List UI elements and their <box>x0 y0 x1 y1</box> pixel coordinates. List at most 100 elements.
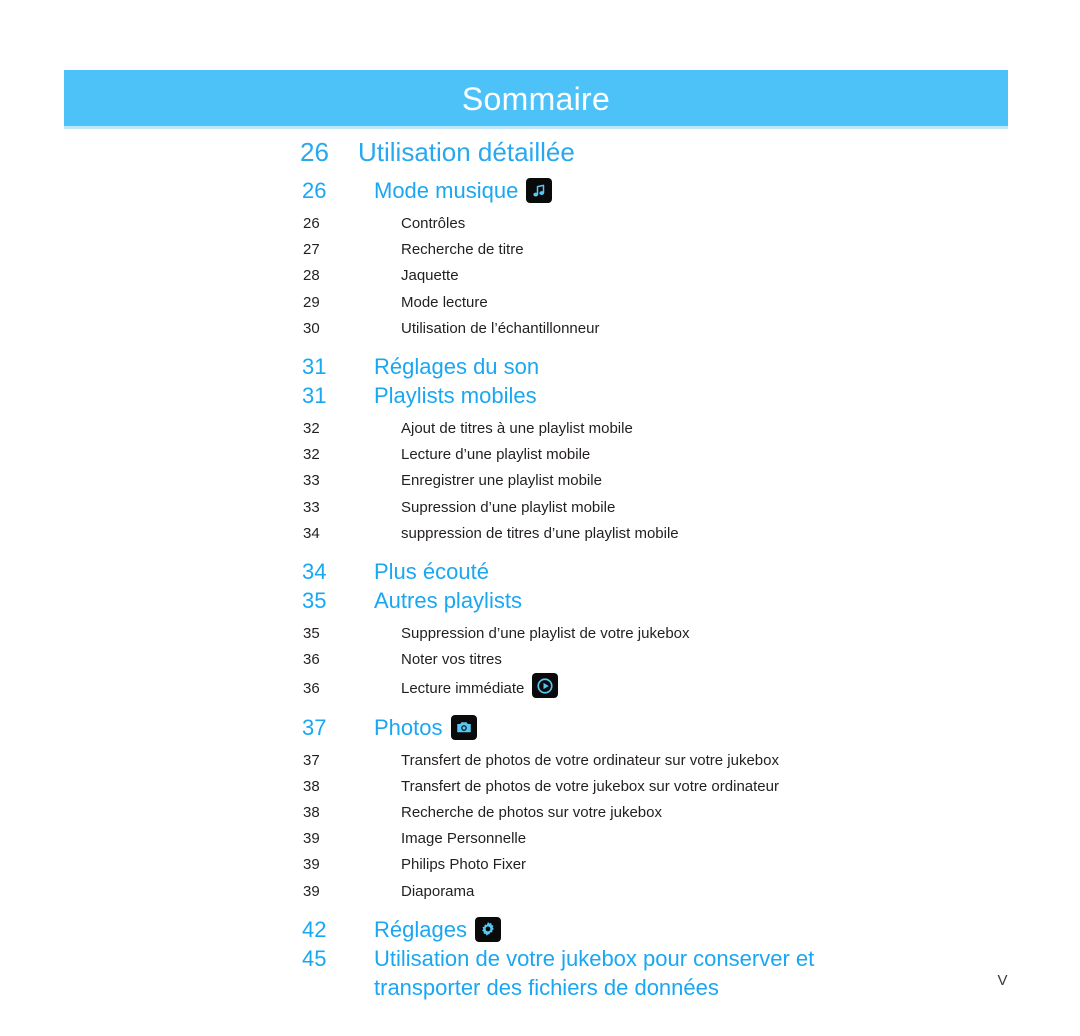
toc-entry-page-number: 33 <box>303 472 320 490</box>
toc-entry-row[interactable]: 27 Recherche de titre <box>0 237 1080 263</box>
toc-entry-row[interactable]: 39 Philips Photo Fixer <box>0 852 1080 878</box>
toc-entry-page-number: 35 <box>303 625 320 643</box>
toc-entry-row[interactable]: 35 Suppression d’une playlist de votre ju… <box>0 621 1080 647</box>
toc-entry-label-text: Réglages <box>374 916 467 942</box>
toc-entry-page-number: 38 <box>303 777 320 795</box>
toc-entry-row[interactable]: 34 suppression de titres d’une playlist m… <box>0 521 1080 547</box>
toc-entry-label: Photos <box>374 713 1080 742</box>
music-note-icon <box>526 178 553 203</box>
table-of-contents: 26 Utilisation détaillée 26 Mode musique 2… <box>0 136 1080 1002</box>
toc-entry-label: Transfert de photos de votre jukebox sur… <box>401 774 1080 800</box>
toc-entry-label: Réglages du son <box>374 352 1080 381</box>
toc-entry-page-number: 37 <box>303 751 320 769</box>
toc-entry-label-text: Transfert de photos de votre ordinateur … <box>401 751 779 769</box>
toc-entry-page-number: 30 <box>303 319 320 337</box>
toc-entry-label: Noter vos titres <box>401 647 1080 673</box>
toc-subsection-row[interactable]: 42 Réglages <box>0 915 1080 944</box>
toc-entry-label-text: Utilisation de votre jukebox pour conser… <box>374 945 815 971</box>
toc-entry-row[interactable]: 30 Utilisation de l’échantillonneur <box>0 316 1080 342</box>
toc-entry-label-text: Photos <box>374 714 443 740</box>
toc-entry-page-number: 31 <box>302 354 327 380</box>
toc-subsection-row[interactable]: 34 Plus écouté <box>0 557 1080 586</box>
toc-entry-page-number: 26 <box>302 178 327 203</box>
toc-entry-row[interactable]: 29 Mode lecture <box>0 290 1080 316</box>
toc-entry-page-number: 29 <box>303 293 320 311</box>
toc-entry-label-text: Noter vos titres <box>401 651 502 669</box>
play-circle-icon <box>532 673 559 699</box>
toc-subsection-row[interactable]: 37 Photos <box>0 713 1080 742</box>
toc-subsection-row[interactable]: 31 Réglages du son <box>0 352 1080 381</box>
toc-entry-label: Recherche de titre <box>401 237 1080 263</box>
toc-entry-label: Jaquette <box>401 263 1080 289</box>
toc-section-page-number: 26 <box>300 137 329 167</box>
toc-subsection-row[interactable]: 26 Mode musique <box>0 176 1080 205</box>
toc-entry-page-number: 31 <box>302 383 327 409</box>
toc-entry-row[interactable]: 36 Noter vos titres <box>0 647 1080 673</box>
toc-subsection-row[interactable]: 45 Utilisation de votre jukebox pour cons… <box>0 944 1080 1002</box>
toc-section-title: Utilisation détaillée <box>358 137 575 167</box>
toc-entry-page-number: 28 <box>303 267 320 285</box>
toc-entry-page-number: 39 <box>303 830 320 848</box>
toc-entry-label-text: Enregistrer une playlist mobile <box>401 472 602 490</box>
toc-entry-label: Mode musique <box>374 176 1080 205</box>
toc-entry-row[interactable]: 38 Transfert de photos de votre jukebox s… <box>0 774 1080 800</box>
toc-entry-label: Philips Photo Fixer <box>401 852 1080 878</box>
toc-entry-label-text: Lecture immédiate <box>401 680 525 698</box>
toc-entry-label-text: Transfert de photos de votre jukebox sur… <box>401 777 779 795</box>
toc-entry-label: Plus écouté <box>374 557 1080 586</box>
toc-entry-label-text: Utilisation de l’échantillonneur <box>401 319 600 337</box>
toc-entry-label: suppression de titres d’une playlist mob… <box>401 521 1080 547</box>
toc-section-heading[interactable]: 26 Utilisation détaillée <box>0 136 1080 168</box>
folio-page-number: V <box>997 972 1008 989</box>
toc-entry-label-text: Mode musique <box>374 178 519 203</box>
toc-entry-label-text: Mode lecture <box>401 293 488 311</box>
toc-entry-row[interactable]: 33 Supression d’une playlist mobile <box>0 495 1080 521</box>
toc-entry-label: Utilisation de l’échantillonneur <box>401 316 1080 342</box>
toc-entry-row[interactable]: 39 Image Personnelle <box>0 826 1080 852</box>
toc-entry-label-text: Supression d’une playlist mobile <box>401 498 616 516</box>
toc-entry-label-text: Image Personnelle <box>401 830 527 848</box>
toc-entry-label-text: Réglages du son <box>374 354 540 380</box>
toc-entry-label-text: Philips Photo Fixer <box>401 856 527 874</box>
toc-entry-label: Playlists mobiles <box>374 381 1080 410</box>
toc-entry-row[interactable]: 37 Transfert de photos de votre ordinateu… <box>0 748 1080 774</box>
toc-entry-row[interactable]: 32 Ajout de titres à une playlist mobile <box>0 416 1080 442</box>
toc-entry-label: Réglages <box>374 915 1080 944</box>
toc-entry-row[interactable]: 32 Lecture d’une playlist mobile <box>0 442 1080 468</box>
toc-entry-row[interactable]: 36 Lecture immédiate <box>0 673 1080 702</box>
toc-entry-label: Suppression d’une playlist de votre juke… <box>401 621 1080 647</box>
toc-entry-row[interactable]: 28 Jaquette <box>0 263 1080 289</box>
toc-entry-row[interactable]: 26 Contrôles <box>0 211 1080 237</box>
toc-entry-list: 26 Mode musique 26 Contrôles 27 Recherche de … <box>0 176 1080 1002</box>
toc-entry-label: Autres playlists <box>374 586 1080 615</box>
toc-entry-row[interactable]: 39 Diaporama <box>0 879 1080 905</box>
toc-subsection-row[interactable]: 31 Playlists mobiles <box>0 381 1080 410</box>
header-underline-rule <box>64 126 1008 129</box>
toc-entry-label: Lecture d’une playlist mobile <box>401 442 1080 468</box>
toc-entry-label: Ajout de titres à une playlist mobile <box>401 416 1080 442</box>
toc-entry-page-number: 45 <box>302 945 327 971</box>
toc-entry-label-text: Jaquette <box>401 267 459 285</box>
toc-subsection-row[interactable]: 35 Autres playlists <box>0 586 1080 615</box>
toc-entry-page-number: 34 <box>302 559 327 585</box>
toc-entry-page-number: 37 <box>302 714 327 740</box>
toc-entry-label: Diaporama <box>401 879 1080 905</box>
toc-entry-page-number: 34 <box>303 524 320 542</box>
toc-entry-page-number: 39 <box>303 882 320 900</box>
toc-entry-row[interactable]: 38 Recherche de photos sur votre jukebox <box>0 800 1080 826</box>
toc-entry-label: Contrôles <box>401 211 1080 237</box>
toc-entry-label: Lecture immédiate <box>401 673 1080 702</box>
toc-entry-label-text: Plus écouté <box>374 559 489 585</box>
toc-entry-label: Image Personnelle <box>401 826 1080 852</box>
gear-icon <box>474 916 501 942</box>
toc-entry-page-number: 36 <box>303 680 320 698</box>
toc-entry-label-text: Playlists mobiles <box>374 383 537 409</box>
toc-entry-label-text: Contrôles <box>401 215 466 232</box>
toc-entry-row[interactable]: 33 Enregistrer une playlist mobile <box>0 468 1080 494</box>
toc-entry-label-text: Lecture d’une playlist mobile <box>401 446 591 464</box>
toc-entry-label: Mode lecture <box>401 290 1080 316</box>
